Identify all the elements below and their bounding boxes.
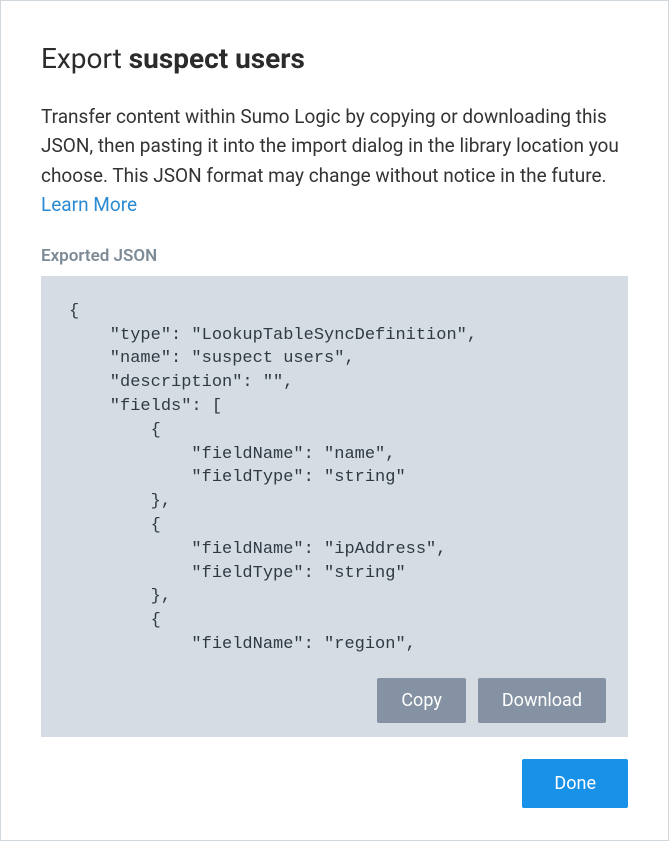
code-actions: Copy Download (377, 678, 606, 723)
dialog-title-prefix: Export (41, 42, 129, 75)
download-button[interactable]: Download (478, 678, 606, 723)
dialog-title-item: suspect users (129, 42, 305, 75)
exported-json-code[interactable]: { "type": "LookupTableSyncDefinition", "… (41, 276, 628, 737)
done-button[interactable]: Done (522, 759, 628, 808)
learn-more-link[interactable]: Learn More (41, 193, 137, 216)
dialog-title: Export suspect users (41, 41, 628, 76)
code-wrapper: { "type": "LookupTableSyncDefinition", "… (41, 276, 628, 737)
copy-button[interactable]: Copy (377, 678, 466, 723)
exported-json-label: Exported JSON (41, 246, 628, 266)
dialog-description-text: Transfer content within Sumo Logic by co… (41, 105, 619, 187)
dialog-footer: Done (41, 737, 628, 808)
dialog-description: Transfer content within Sumo Logic by co… (41, 102, 628, 220)
export-dialog: Export suspect users Transfer content wi… (0, 0, 669, 841)
